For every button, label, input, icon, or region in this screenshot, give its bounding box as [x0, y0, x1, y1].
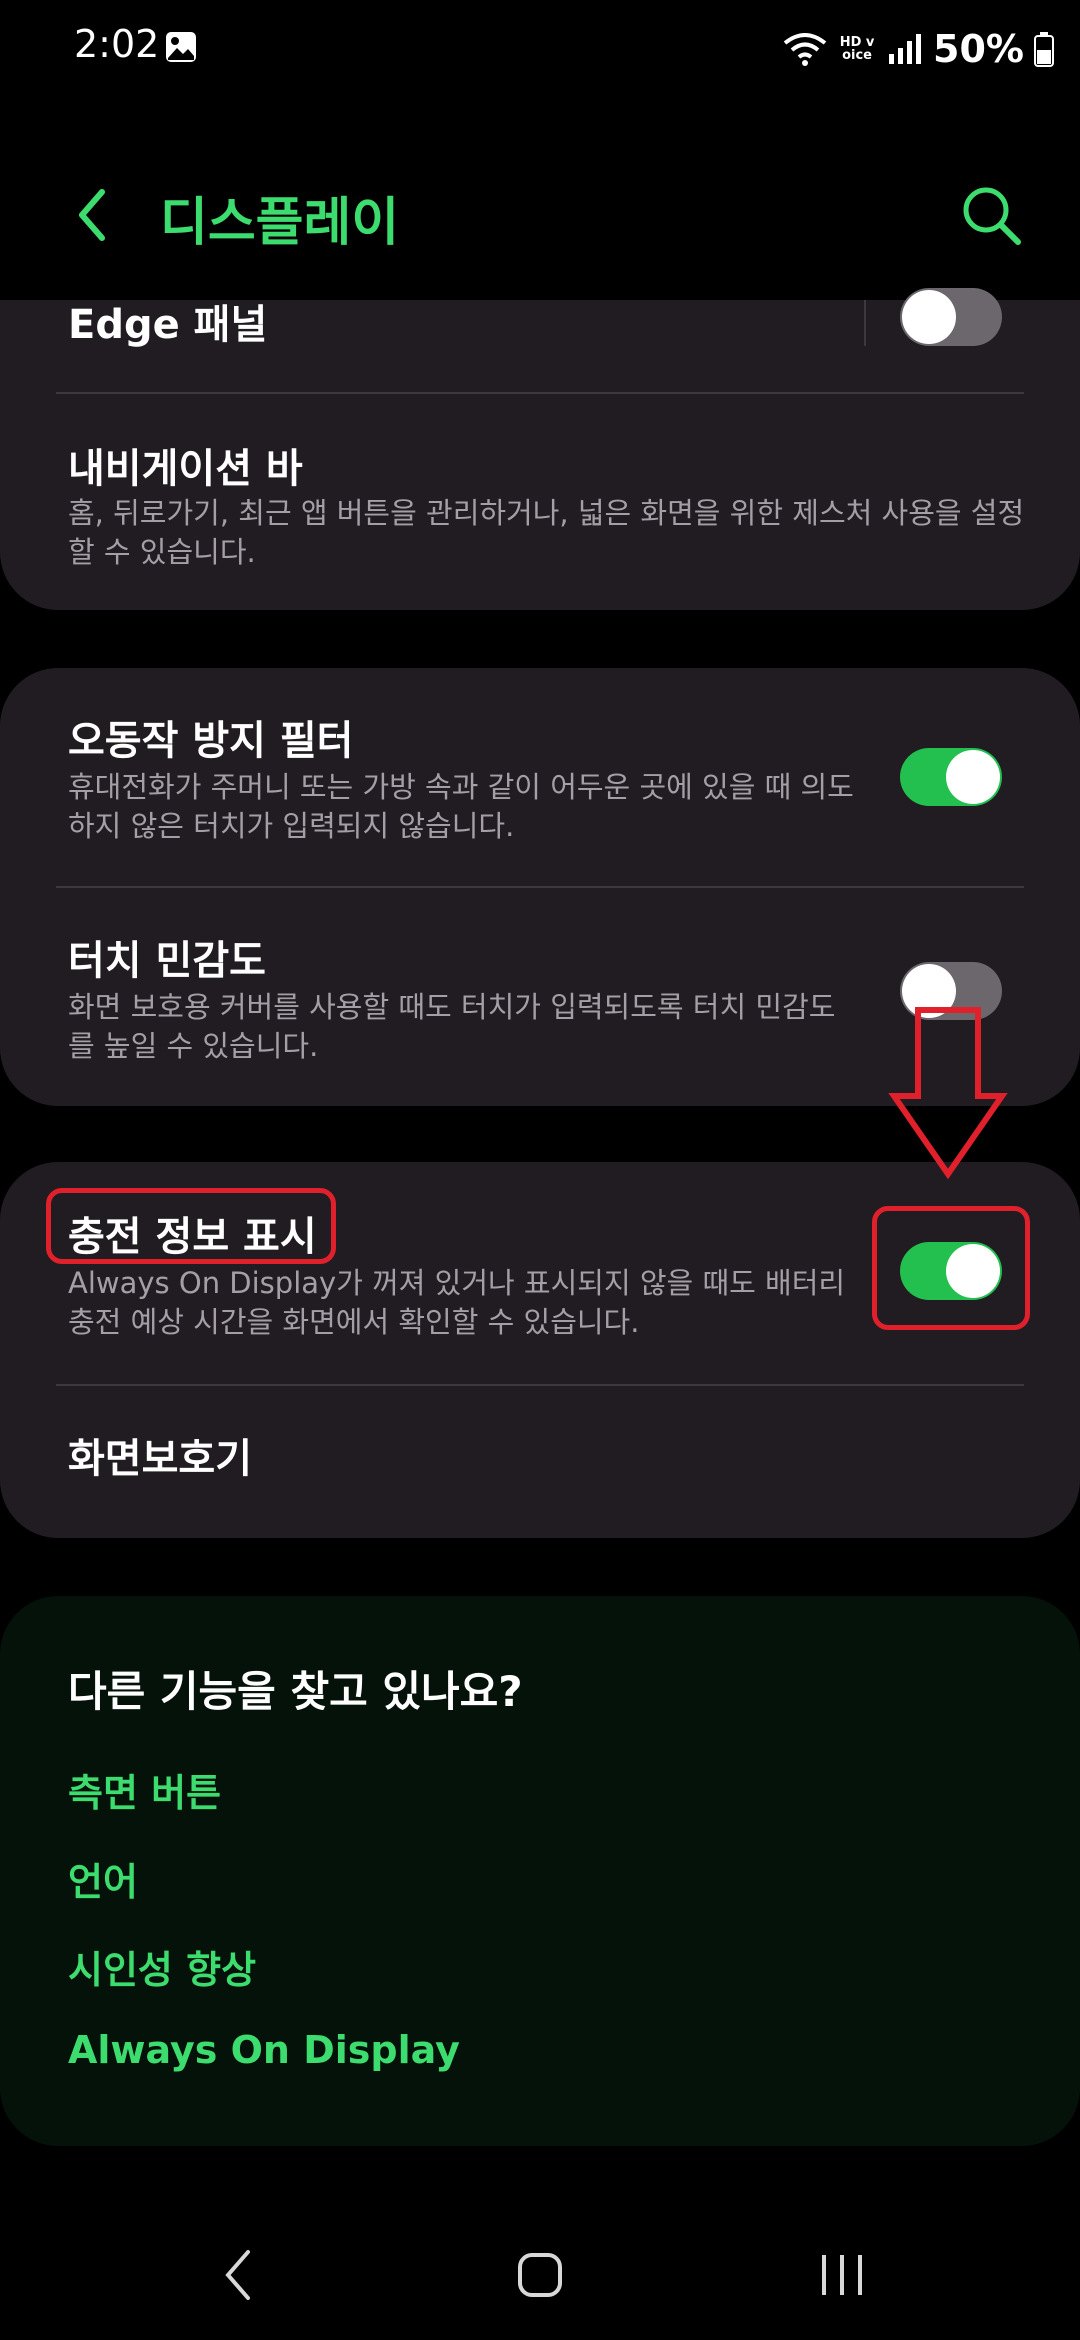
nav-home-button[interactable]: [500, 2240, 580, 2310]
toggle-knob: [902, 290, 956, 344]
search-button[interactable]: [956, 180, 1026, 250]
navigation-bar-title: 내비게이션 바: [68, 446, 303, 492]
wifi-icon: [783, 33, 827, 66]
link-side-button[interactable]: 측면 버튼: [68, 1762, 221, 1817]
back-icon: [225, 2250, 250, 2300]
vertical-separator: [864, 300, 866, 346]
search-icon: [963, 187, 1021, 245]
charging-info-desc: Always On Display가 꺼져 있거나 표시되지 않을 때도 배터리…: [68, 1266, 846, 1339]
app-bar: 디스플레이: [0, 140, 1080, 280]
edge-panel-title: Edge 패널: [68, 302, 268, 348]
settings-card-top: Edge 패널 내비게이션 바 홈, 뒤로가기, 최근 앱 버튼을 관리하거나,…: [0, 288, 1080, 610]
recents-icon: [822, 2255, 862, 2295]
back-button[interactable]: [62, 180, 122, 250]
battery-percent: 50%: [933, 27, 1024, 71]
screen-saver-title: 화면보호기: [68, 1436, 252, 1482]
hd-voice-icon: HD voice: [837, 36, 877, 62]
navigation-bar-row[interactable]: 내비게이션 바 홈, 뒤로가기, 최근 앱 버튼을 관리하거나, 넓은 화면을 …: [0, 394, 1080, 610]
navigation-bar-desc: 홈, 뒤로가기, 최근 앱 버튼을 관리하거나, 넓은 화면을 위한 제스처 사…: [68, 496, 1025, 569]
battery-icon: [1034, 32, 1054, 67]
page-title: 디스플레이: [160, 193, 400, 253]
nav-recents-button[interactable]: [802, 2240, 882, 2310]
related-features-card: 다른 기능을 찾고 있나요? 측면 버튼 언어 시인성 향상 Always On…: [0, 1596, 1080, 2146]
toggle-knob: [946, 750, 1000, 804]
accidental-touch-title: 오동작 방지 필터: [68, 718, 354, 764]
link-language[interactable]: 언어: [68, 1851, 138, 1906]
touch-sensitivity-title: 터치 민감도: [68, 938, 266, 984]
accidental-touch-desc: 휴대전화가 주머니 또는 가방 속과 같이 어두운 곳에 있을 때 의도하지 않…: [68, 770, 854, 843]
nav-back-button[interactable]: [200, 2240, 280, 2310]
system-nav-bar: [0, 2220, 1080, 2320]
edge-panel-toggle[interactable]: [900, 288, 1002, 346]
edge-panel-row[interactable]: Edge 패널: [0, 288, 1080, 392]
status-time: 2:02: [74, 22, 160, 66]
accidental-touch-row[interactable]: 오동작 방지 필터 휴대전화가 주머니 또는 가방 속과 같이 어두운 곳에 있…: [0, 668, 1080, 886]
accidental-touch-toggle[interactable]: [900, 748, 1002, 806]
status-icons: HD voice 50%: [783, 24, 1054, 74]
touch-sensitivity-desc: 화면 보호용 커버를 사용할 때도 터치가 입력되도록 터치 민감도를 높일 수…: [68, 990, 836, 1063]
link-always-on-display[interactable]: Always On Display: [68, 2028, 460, 2072]
screen-saver-row[interactable]: 화면보호기: [0, 1386, 1080, 1538]
status-bar: 2:02 HD voice 50%: [0, 0, 1080, 96]
gallery-icon: [166, 32, 196, 62]
related-title: 다른 기능을 찾고 있나요?: [68, 1667, 523, 1716]
link-visibility[interactable]: 시인성 향상: [68, 1939, 256, 1994]
hd-voice-badge: HD voice: [839, 35, 875, 63]
signal-icon: [889, 34, 922, 64]
toggle-highlight-box: [872, 1206, 1030, 1330]
down-arrow-annotation: [888, 1007, 1008, 1180]
title-highlight-box: [46, 1188, 336, 1264]
home-icon: [518, 2253, 562, 2297]
chevron-left-icon: [79, 189, 105, 241]
